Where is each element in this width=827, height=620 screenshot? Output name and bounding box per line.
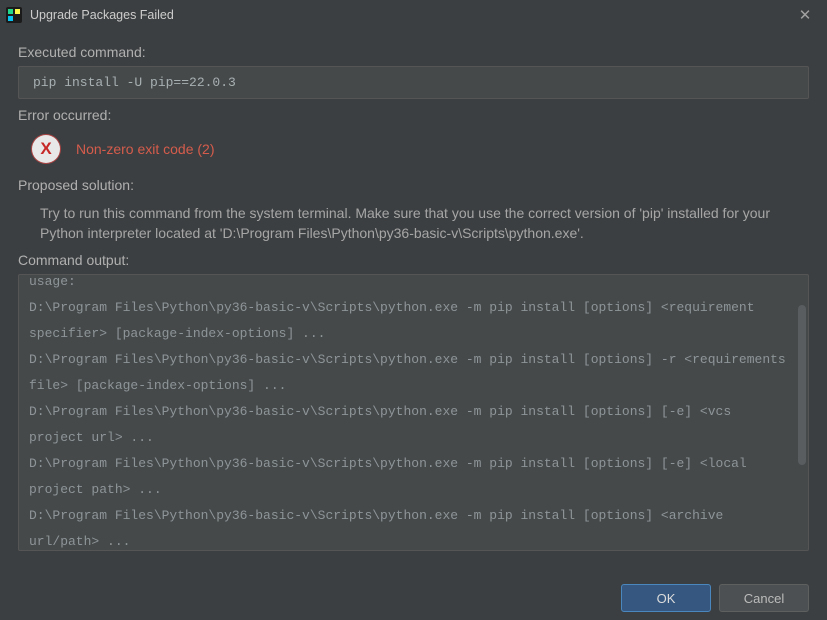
command-output-box[interactable]: usage: D:\Program Files\Python\py36-basi… bbox=[18, 274, 809, 551]
error-x-icon: X bbox=[32, 135, 60, 163]
scrollbar-thumb[interactable] bbox=[798, 305, 806, 465]
output-line: D:\Program Files\Python\py36-basic-v\Scr… bbox=[29, 347, 788, 399]
ok-button[interactable]: OK bbox=[621, 584, 711, 612]
cancel-button[interactable]: Cancel bbox=[719, 584, 809, 612]
app-icon bbox=[6, 7, 22, 23]
error-row: X Non-zero exit code (2) bbox=[18, 129, 809, 169]
output-line: usage: bbox=[29, 274, 788, 295]
proposed-solution-label: Proposed solution: bbox=[18, 177, 809, 193]
dialog-button-row: OK Cancel bbox=[621, 584, 809, 612]
command-output-label: Command output: bbox=[18, 252, 809, 268]
proposed-solution-text: Try to run this command from the system … bbox=[18, 199, 788, 244]
close-icon[interactable]: ✕ bbox=[791, 1, 819, 29]
output-line: D:\Program Files\Python\py36-basic-v\Scr… bbox=[29, 451, 788, 503]
executed-command-box[interactable]: pip install -U pip==22.0.3 bbox=[18, 66, 809, 99]
titlebar: Upgrade Packages Failed ✕ bbox=[0, 0, 827, 30]
window-title: Upgrade Packages Failed bbox=[30, 8, 791, 22]
output-line: D:\Program Files\Python\py36-basic-v\Scr… bbox=[29, 503, 788, 551]
error-message: Non-zero exit code (2) bbox=[76, 141, 215, 157]
executed-command-label: Executed command: bbox=[18, 44, 809, 60]
dialog-content: Executed command: pip install -U pip==22… bbox=[0, 30, 827, 551]
output-line: D:\Program Files\Python\py36-basic-v\Scr… bbox=[29, 295, 788, 347]
output-line: D:\Program Files\Python\py36-basic-v\Scr… bbox=[29, 399, 788, 451]
error-occurred-label: Error occurred: bbox=[18, 107, 809, 123]
